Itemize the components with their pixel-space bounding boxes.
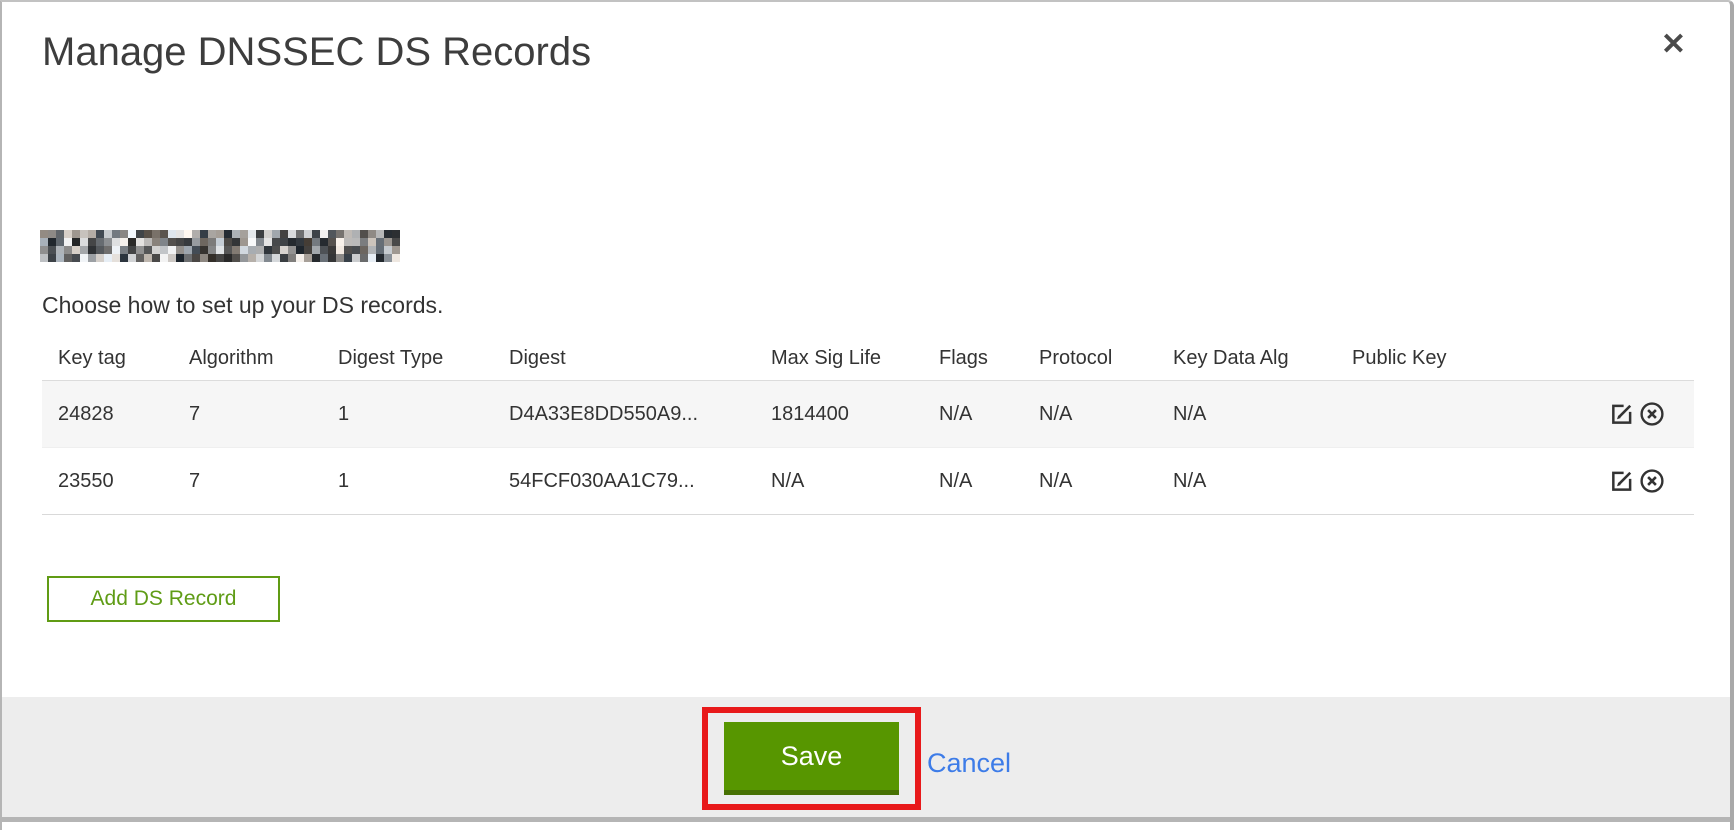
cell-actions — [1496, 400, 1694, 428]
cell-algorithm: 7 — [173, 470, 322, 493]
cell-digest: D4A33E8DD550A9... — [493, 403, 755, 426]
cell-max-sig-life: 1814400 — [755, 403, 923, 426]
cell-protocol: N/A — [1023, 470, 1157, 493]
edit-record-icon[interactable] — [1608, 400, 1636, 428]
column-header-key-tag: Key tag — [42, 347, 173, 370]
column-header-digest: Digest — [493, 347, 755, 370]
page-title: Manage DNSSEC DS Records — [42, 30, 591, 75]
column-header-public-key: Public Key — [1336, 347, 1496, 370]
cell-digest-type: 1 — [322, 403, 493, 426]
cell-key-data-alg: N/A — [1157, 403, 1336, 426]
edit-record-icon[interactable] — [1608, 467, 1636, 495]
cell-flags: N/A — [923, 470, 1023, 493]
column-header-max-sig-life: Max Sig Life — [755, 347, 923, 370]
cancel-link[interactable]: Cancel — [927, 748, 1011, 779]
column-header-digest-type: Digest Type — [322, 347, 493, 370]
cell-digest: 54FCF030AA1C79... — [493, 470, 755, 493]
cell-actions — [1496, 467, 1694, 495]
page-bottom-strip — [2, 822, 1730, 830]
setup-instruction-text: Choose how to set up your DS records. — [42, 292, 443, 319]
add-ds-record-button[interactable]: Add DS Record — [47, 576, 280, 622]
delete-record-icon[interactable] — [1638, 467, 1666, 495]
column-header-algorithm: Algorithm — [173, 347, 322, 370]
cell-protocol: N/A — [1023, 403, 1157, 426]
save-button-highlight-annotation: Save — [702, 707, 921, 810]
table-row: 23550 7 1 54FCF030AA1C79... N/A N/A N/A … — [42, 447, 1694, 515]
cell-key-tag: 24828 — [42, 403, 173, 426]
column-header-key-data-alg: Key Data Alg — [1157, 347, 1336, 370]
ds-records-table: Key tag Algorithm Digest Type Digest Max… — [42, 336, 1694, 515]
cell-key-data-alg: N/A — [1157, 470, 1336, 493]
close-icon[interactable]: ✕ — [1657, 26, 1690, 64]
table-row: 24828 7 1 D4A33E8DD550A9... 1814400 N/A … — [42, 380, 1694, 447]
cell-algorithm: 7 — [173, 403, 322, 426]
cell-flags: N/A — [923, 403, 1023, 426]
save-button[interactable]: Save — [724, 722, 899, 795]
column-header-protocol: Protocol — [1023, 347, 1157, 370]
cell-max-sig-life: N/A — [755, 470, 923, 493]
cell-digest-type: 1 — [322, 470, 493, 493]
delete-record-icon[interactable] — [1638, 400, 1666, 428]
cell-key-tag: 23550 — [42, 470, 173, 493]
redacted-domain-name — [40, 230, 400, 262]
table-header-row: Key tag Algorithm Digest Type Digest Max… — [42, 336, 1694, 380]
column-header-flags: Flags — [923, 347, 1023, 370]
manage-dnssec-modal: Manage DNSSEC DS Records ✕ Choose how to… — [0, 0, 1734, 830]
